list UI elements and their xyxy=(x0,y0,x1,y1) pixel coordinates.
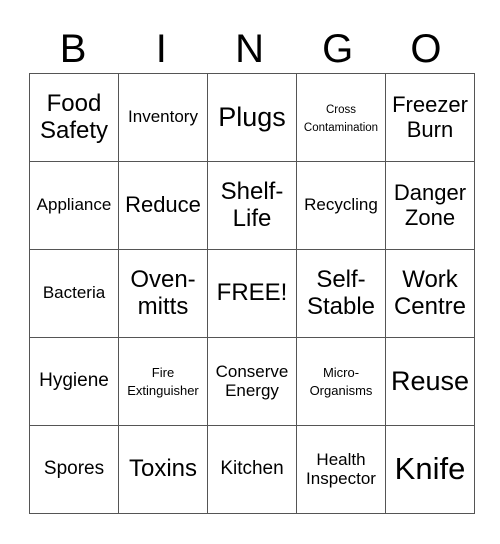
bingo-cell-label: Danger Zone xyxy=(393,180,467,230)
bingo-row: Hygiene Fire Extinguisher Conserve Energy M… xyxy=(29,337,475,426)
bingo-cell[interactable]: Reuse xyxy=(385,337,475,426)
bingo-cell-label: Knife xyxy=(394,451,466,487)
bingo-cell-label: Recycling xyxy=(304,195,378,215)
bingo-cell-label: Inventory xyxy=(128,107,198,127)
bingo-cell-label: Conserve Energy xyxy=(215,361,289,400)
bingo-cell[interactable]: Reduce xyxy=(118,161,208,250)
bingo-cell-label: Reduce xyxy=(125,192,201,218)
bingo-cell-label: Food Safety xyxy=(39,90,109,144)
bingo-cell-label: Toxins xyxy=(128,455,198,483)
bingo-cell-label: Self-Stable xyxy=(306,266,376,320)
bingo-cell[interactable]: Food Safety xyxy=(29,73,119,162)
header-letter-i: I xyxy=(155,27,167,71)
bingo-cell[interactable]: Shelf-Life xyxy=(207,161,297,250)
bingo-cell[interactable]: Spores xyxy=(29,425,119,514)
bingo-cell[interactable]: Appliance xyxy=(29,161,119,250)
bingo-header: B I N G O xyxy=(29,26,470,72)
header-letter-b: B xyxy=(59,27,87,71)
bingo-cell-label: Oven-mitts xyxy=(130,266,196,320)
bingo-cell[interactable]: Work Centre xyxy=(385,249,475,338)
bingo-cell[interactable]: Knife xyxy=(385,425,475,514)
bingo-cell-label: Reuse xyxy=(390,365,470,396)
bingo-cell[interactable]: FREE! xyxy=(207,249,297,338)
bingo-cell[interactable]: Kitchen xyxy=(207,425,297,514)
bingo-cell[interactable]: Bacteria xyxy=(29,249,119,338)
bingo-cell[interactable]: Cross Contamination xyxy=(296,73,386,162)
bingo-cell-label: Fire Extinguisher xyxy=(127,364,199,398)
bingo-row: Spores Toxins Kitchen Health Inspector Knife xyxy=(29,425,475,514)
bingo-cell[interactable]: Health Inspector xyxy=(296,425,386,514)
bingo-cell[interactable]: Conserve Energy xyxy=(207,337,297,426)
bingo-row: Appliance Reduce Shelf-Life Recycling Danger… xyxy=(29,161,475,250)
bingo-cell-label: Cross Contamination xyxy=(303,103,379,134)
bingo-cell-label: FREE! xyxy=(216,279,288,307)
bingo-cell[interactable]: Micro-Organisms xyxy=(296,337,386,426)
bingo-card: Food Safety Inventory Plugs Cross Contamina… xyxy=(29,73,475,514)
bingo-cell[interactable]: Oven-mitts xyxy=(118,249,208,338)
bingo-cell-label: Micro-Organisms xyxy=(309,364,373,398)
header-letter-o: O xyxy=(410,27,442,71)
bingo-cell[interactable]: Freezer Burn xyxy=(385,73,475,162)
bingo-cell[interactable]: Plugs xyxy=(207,73,297,162)
bingo-cell-label: Freezer Burn xyxy=(392,92,468,142)
header-letter-g: G xyxy=(322,27,354,71)
bingo-cell-label: Kitchen xyxy=(220,458,284,480)
bingo-cell[interactable]: Self-Stable xyxy=(296,249,386,338)
bingo-cell-label: Appliance xyxy=(36,195,112,215)
bingo-cell[interactable]: Fire Extinguisher xyxy=(118,337,208,426)
bingo-cell[interactable]: Recycling xyxy=(296,161,386,250)
bingo-cell-label: Bacteria xyxy=(42,283,106,303)
bingo-cell-label: Plugs xyxy=(218,101,286,132)
bingo-cell[interactable]: Danger Zone xyxy=(385,161,475,250)
bingo-cell[interactable]: Toxins xyxy=(118,425,208,514)
header-letter-n: N xyxy=(235,27,264,71)
bingo-row: Bacteria Oven-mitts FREE! Self-Stable Work C… xyxy=(29,249,475,338)
bingo-cell-label: Shelf-Life xyxy=(220,178,284,232)
bingo-cell[interactable]: Hygiene xyxy=(29,337,119,426)
bingo-cell-label: Work Centre xyxy=(393,266,467,320)
bingo-cell-label: Spores xyxy=(43,458,105,480)
bingo-cell-label: Health Inspector xyxy=(306,449,376,488)
bingo-row: Food Safety Inventory Plugs Cross Contamina… xyxy=(29,73,475,162)
bingo-cell-label: Hygiene xyxy=(39,370,109,392)
bingo-cell[interactable]: Inventory xyxy=(118,73,208,162)
